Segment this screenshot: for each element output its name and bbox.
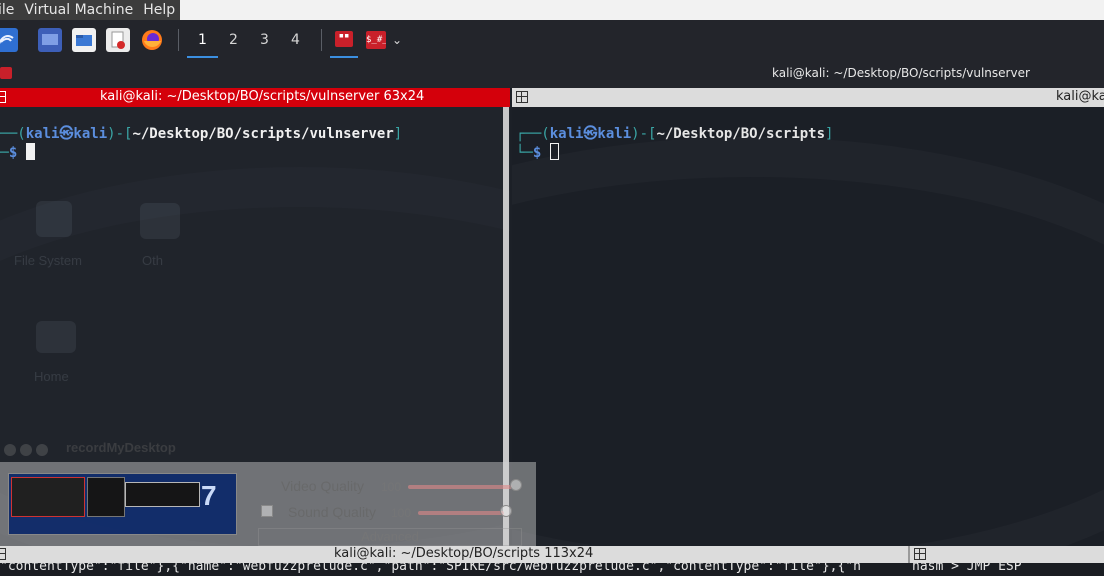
prompt-end: ] — [825, 126, 834, 142]
window-titlebar[interactable]: kali@kali: ~/Desktop/BO/scripts/vulnserv… — [0, 60, 1104, 88]
right-terminal[interactable]: ┌──(kali㉿kali)-[~/Desktop/BO/scripts] └─… — [512, 107, 1104, 546]
bottom-right-pane-header[interactable] — [908, 546, 1104, 563]
file-manager-icon[interactable] — [72, 28, 96, 52]
ghost-file-system-icon — [36, 201, 72, 237]
video-quality-knob[interactable] — [510, 479, 522, 491]
left-pane-header[interactable]: kali@kali: ~/Desktop/BO/scripts/vulnserv… — [0, 88, 510, 107]
workspace-separator — [178, 29, 179, 51]
workspace-4[interactable]: 4 — [280, 22, 311, 58]
ghost-file-system-label: File System — [14, 253, 82, 268]
rmd-window-controls — [4, 444, 48, 456]
rmd-preview-thumbnail[interactable]: 7 — [8, 473, 237, 535]
ghost-other-icon — [140, 203, 180, 239]
bottom-left-terminal[interactable]: "contentType":"file"},{"name":"webfuzzpr… — [0, 563, 908, 576]
thumb-window — [125, 482, 200, 507]
text-editor-icon[interactable] — [106, 28, 130, 52]
sound-quality-slider[interactable] — [418, 511, 504, 515]
rmd-title: recordMyDesktop — [66, 440, 176, 455]
thumb-logo: 7 — [201, 480, 217, 511]
top-panel: 1 2 3 4 ▪▪ $_#_ ⌄ — [0, 20, 1104, 60]
prompt-symbol: $ — [532, 145, 542, 161]
prompt-path: ~/Desktop/BO/scripts/vulnserver — [132, 126, 394, 142]
left-prompt-line-1: ┌──(kali㉿kali)-[~/Desktop/BO/scripts/vul… — [0, 125, 402, 143]
prompt-path: ~/Desktop/BO/scripts — [656, 126, 826, 142]
terminal-app-icon: $_#_ — [366, 31, 386, 49]
terminal-window-icon — [0, 67, 12, 79]
prompt-mid: )-[ — [631, 126, 657, 142]
video-quality-value: 100 — [381, 480, 402, 494]
kali-menu-icon[interactable] — [0, 28, 18, 52]
advanced-button[interactable]: Advanced — [258, 528, 522, 546]
prompt-user: kali㉿kali — [25, 126, 108, 142]
split-icon[interactable] — [0, 91, 6, 103]
terminal-output-line: "contentType":"file"},{"name":"webfuzzpr… — [0, 563, 861, 574]
video-quality-label: Video Quality — [281, 478, 365, 494]
prompt-end: ] — [393, 126, 403, 142]
ghost-home-icon — [36, 321, 76, 353]
taskbar-separator — [321, 29, 322, 51]
workspace-1[interactable]: 1 — [187, 22, 218, 58]
sound-quality-value: 100 — [391, 506, 412, 520]
left-prompt-line-2: └─$ — [0, 143, 35, 162]
desktop-icon[interactable] — [38, 28, 62, 52]
menu-help[interactable]: Help — [138, 2, 180, 18]
sound-quality-knob[interactable] — [500, 505, 512, 517]
prompt-corner-top: ┌──( — [0, 126, 26, 142]
ghost-home-label: Home — [34, 369, 69, 384]
video-quality-slider[interactable] — [408, 485, 512, 489]
terminal-app-icon: ▪▪ — [335, 31, 353, 47]
workspace-3[interactable]: 3 — [249, 22, 280, 58]
left-pane-title: kali@kali: ~/Desktop/BO/scripts/vulnserv… — [100, 89, 425, 104]
prompt-symbol: $ — [8, 145, 18, 161]
taskbar-terminal-1[interactable]: ▪▪ — [330, 22, 358, 58]
split-icon[interactable] — [516, 91, 528, 103]
firefox-icon[interactable] — [140, 28, 164, 52]
bottom-left-pane-title: kali@kali: ~/Desktop/BO/scripts 113x24 — [334, 546, 594, 561]
menu-virtual-machine[interactable]: Virtual Machine — [19, 2, 138, 18]
terminal-cursor — [549, 143, 559, 160]
screen: ile Virtual Machine Help 1 2 3 4 ▪▪ $_#_ — [0, 0, 1104, 576]
prompt-user: kali㉿kali — [549, 126, 632, 142]
ghost-other-label: Oth — [142, 253, 163, 268]
right-pane-header[interactable]: kali@kali — [512, 88, 1104, 107]
thumb-window — [87, 477, 125, 517]
right-prompt-line-1: ┌──(kali㉿kali)-[~/Desktop/BO/scripts] — [516, 125, 833, 143]
prompt-corner-bottom: └─ — [0, 145, 9, 161]
sound-quality-checkbox[interactable] — [261, 505, 273, 517]
prompt-corner-bottom: └─ — [516, 145, 533, 161]
sound-quality-label: Sound Quality — [288, 504, 376, 520]
bottom-right-terminal[interactable]: nasm > JMP ESP — [908, 563, 1104, 576]
prompt-corner-top: ┌──( — [516, 126, 550, 142]
thumb-window — [11, 477, 85, 517]
host-menubar-strip — [180, 0, 1104, 20]
bottom-left-pane-header[interactable]: kali@kali: ~/Desktop/BO/scripts 113x24 — [0, 546, 908, 563]
right-prompt-line-2: └─$ — [516, 143, 559, 162]
nasm-shell-line: nasm > JMP ESP — [912, 563, 1022, 574]
split-icon[interactable] — [0, 548, 6, 560]
host-menubar: ile Virtual Machine Help — [0, 0, 180, 20]
menu-file[interactable]: ile — [0, 2, 19, 18]
chevron-down-icon[interactable]: ⌄ — [392, 33, 402, 47]
right-pane-title: kali@kali — [1056, 89, 1104, 104]
workspace-2[interactable]: 2 — [218, 22, 249, 58]
taskbar-terminal-2[interactable]: $_#_ — [362, 22, 390, 58]
prompt-mid: )-[ — [107, 126, 133, 142]
terminal-cursor — [25, 143, 35, 160]
split-icon[interactable] — [914, 548, 926, 560]
window-title: kali@kali: ~/Desktop/BO/scripts/vulnserv… — [772, 66, 1030, 80]
wallpaper-swoosh — [512, 137, 1104, 546]
